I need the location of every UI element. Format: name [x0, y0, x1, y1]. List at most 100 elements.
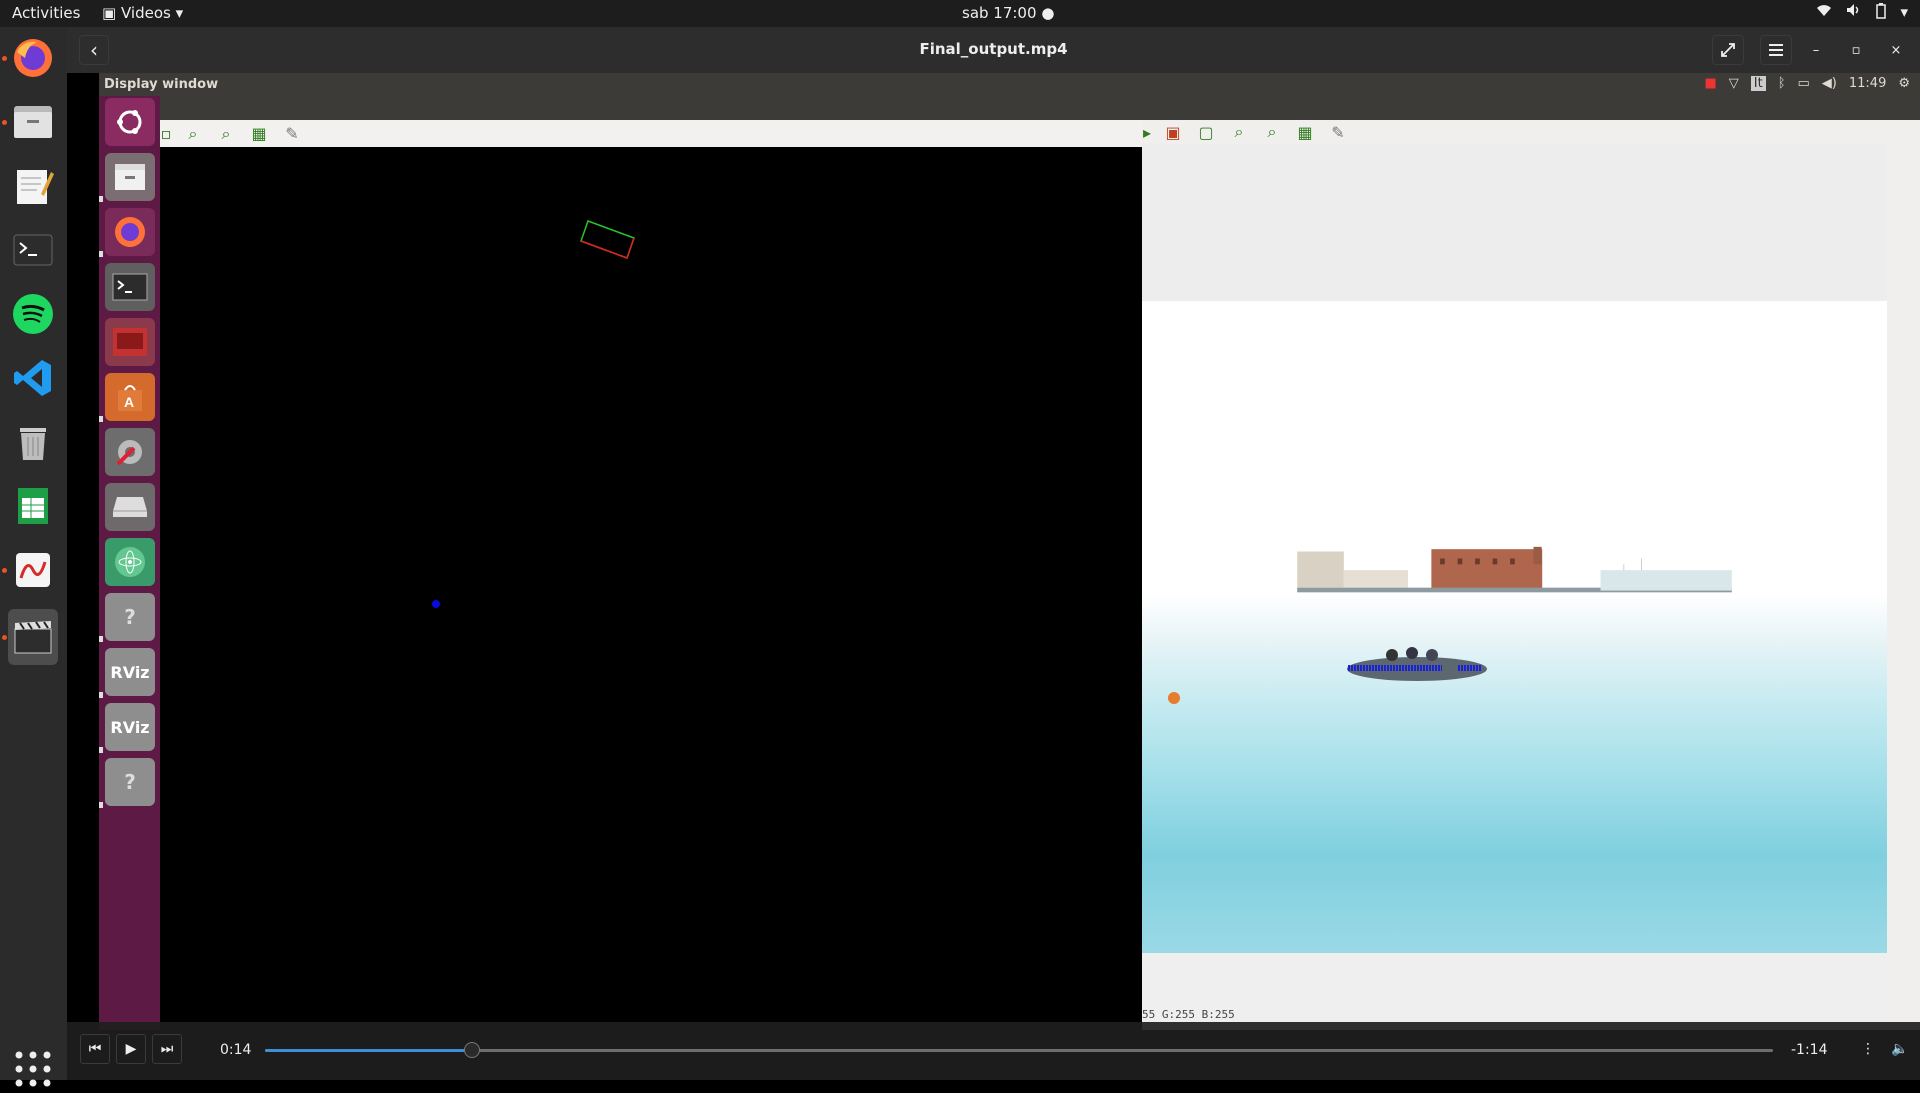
- activities-button[interactable]: Activities: [12, 4, 80, 22]
- remaining-time: -1:14: [1791, 1042, 1828, 1058]
- recorded-top-panel: Display window ■ ▽ It ᛒ ▭ ◀) 11:49 ⚙: [99, 73, 1920, 96]
- detection-box: [580, 220, 635, 259]
- maximize-button[interactable]: ▫: [1845, 39, 1867, 61]
- save-icon: ▦: [251, 124, 267, 143]
- dock-firefox[interactable]: [8, 33, 58, 83]
- seek-handle[interactable]: [463, 1042, 480, 1058]
- dock-vscode[interactable]: [8, 353, 58, 403]
- buoy: [1168, 692, 1180, 704]
- harbor-scene: [1297, 546, 1732, 593]
- more-button[interactable]: ⋮: [1853, 1034, 1883, 1064]
- dock-files[interactable]: [8, 97, 58, 147]
- menu-arrow-icon: ▾: [1900, 3, 1908, 21]
- film-icon: ▣: [102, 4, 117, 22]
- files-icon: [105, 153, 155, 201]
- launcher-arrow-icon: [99, 692, 103, 698]
- software-center-icon: A: [105, 373, 155, 421]
- volume-button[interactable]: 🔈: [1885, 1034, 1915, 1064]
- rviz-label: RViz: [110, 717, 150, 737]
- zoom-in-icon: ⌕: [1234, 122, 1244, 141]
- volume-icon: 🔈: [1891, 1041, 1909, 1057]
- dock-trash[interactable]: [8, 417, 58, 467]
- zoom-in-icon: ⌕: [188, 123, 198, 143]
- running-indicator: [2, 56, 7, 61]
- dock-terminal[interactable]: [8, 225, 58, 275]
- recorded-left-window: ▫ ⌕ ⌕ ▦ ✎: [160, 96, 1142, 1030]
- rviz-icon: RViz: [105, 703, 155, 751]
- recorded-clock: 11:49: [1848, 76, 1887, 91]
- properties-icon: ✎: [285, 124, 299, 143]
- image-icon: ▫: [160, 124, 172, 143]
- atom-icon: [105, 538, 155, 586]
- rviz-icon: RViz: [105, 648, 155, 696]
- detection-box-edge: [580, 237, 635, 259]
- dock: [0, 27, 67, 1087]
- battery-icon: ▭: [1797, 76, 1810, 91]
- menu-button[interactable]: [1760, 35, 1792, 65]
- target-point: [432, 600, 440, 608]
- image-icon: ▣: [1165, 122, 1181, 142]
- dock-text-editor[interactable]: [8, 161, 58, 211]
- unknown-app-icon: ?: [105, 758, 155, 806]
- ubuntu-icon: [105, 98, 155, 146]
- opencv-toolbar: ▫ ⌕ ⌕ ▦ ✎: [160, 120, 1142, 147]
- minimize-button[interactable]: –: [1805, 39, 1827, 61]
- system-tray[interactable]: ▾: [1816, 3, 1908, 23]
- recorded-window-title: Display window: [104, 77, 219, 92]
- save-icon: ▦: [1297, 122, 1313, 142]
- terminal-icon: [105, 263, 155, 311]
- seek-progress: [265, 1049, 472, 1052]
- running-indicator: [2, 120, 7, 125]
- close-icon: ×: [1890, 42, 1902, 58]
- text-editor-icon: [17, 170, 54, 204]
- play-icon: ▶: [125, 1041, 137, 1057]
- battery-icon: [1876, 3, 1887, 23]
- launcher-arrow-icon: [99, 416, 103, 422]
- fullscreen-button[interactable]: [1712, 35, 1744, 65]
- app-menu[interactable]: ▣ Videos ▾: [102, 4, 183, 22]
- more-icon: ⋮: [1861, 1041, 1875, 1057]
- notification-dot-icon: ●: [1041, 4, 1055, 22]
- window-titlebar: [160, 96, 1142, 120]
- dock-videos[interactable]: [8, 609, 58, 665]
- hamburger-icon: [1769, 44, 1783, 56]
- video-frame[interactable]: Display window ■ ▽ It ᛒ ▭ ◀) 11:49 ⚙ A ?…: [67, 73, 1920, 1080]
- dock-spreadsheet[interactable]: [8, 481, 58, 531]
- boat: [1347, 647, 1487, 681]
- next-button[interactable]: ⏭: [152, 1034, 182, 1064]
- close-button[interactable]: ×: [1885, 39, 1907, 61]
- dock-spotify[interactable]: [8, 289, 58, 339]
- window-titlebar: [1142, 96, 1920, 120]
- arrow-icon: ▸: [1142, 122, 1152, 142]
- elapsed-time: 0:14: [220, 1042, 252, 1058]
- document-viewer-icon: [16, 553, 50, 587]
- previous-button[interactable]: ⏮: [80, 1034, 110, 1064]
- minimize-icon: –: [1812, 42, 1820, 58]
- app-menu-label: Videos: [120, 4, 171, 22]
- launcher-arrow-icon: [99, 196, 103, 202]
- image-background: [1142, 953, 1887, 1030]
- firefox-icon: [105, 208, 155, 256]
- spreadsheet-icon: [18, 488, 48, 524]
- previous-icon: ⏮: [88, 1041, 102, 1057]
- dock-document-viewer[interactable]: [8, 545, 58, 595]
- recorded-right-window: ▸ ▣ ▢ ⌕ ⌕ ▦ ✎ 55 G:255 B:255: [1142, 96, 1920, 1030]
- wifi-icon: [1816, 3, 1832, 23]
- maximize-icon: ▫: [1851, 42, 1861, 58]
- play-button[interactable]: ▶: [116, 1034, 146, 1064]
- presentation-icon: [105, 318, 155, 366]
- show-applications-button[interactable]: [13, 1049, 53, 1089]
- seek-bar[interactable]: [265, 1042, 1773, 1058]
- launcher-arrow-icon: [99, 636, 103, 642]
- terminal-icon: [13, 234, 53, 266]
- bluetooth-icon: ᛒ: [1777, 76, 1786, 91]
- clock[interactable]: sab 17:00 ●: [962, 4, 1054, 22]
- recorded-indicators: ■ ▽ It ᛒ ▭ ◀) 11:49 ⚙: [1704, 76, 1910, 91]
- zoom-out-icon: ⌕: [1267, 122, 1277, 141]
- videos-icon: [14, 621, 52, 654]
- launcher-arrow-icon: [99, 802, 103, 808]
- clock-label: sab 17:00: [962, 4, 1037, 22]
- image-background: [1142, 144, 1887, 301]
- gear-icon: ⚙: [1898, 76, 1910, 91]
- settings-icon: [105, 428, 155, 476]
